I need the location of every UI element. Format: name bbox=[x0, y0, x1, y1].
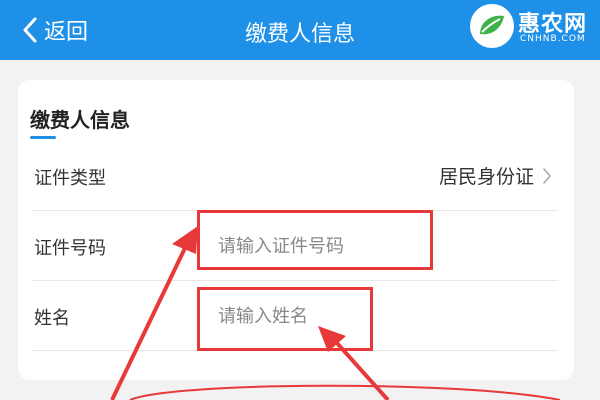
name-label: 姓名 bbox=[34, 308, 70, 329]
id-type-value: 居民身份证 bbox=[438, 166, 534, 188]
section-title: 缴费人信息 bbox=[30, 108, 130, 132]
leaf-logo-icon bbox=[470, 4, 514, 48]
logo: 惠农网 CNHNB.COM bbox=[470, 4, 590, 50]
title-underline bbox=[30, 136, 56, 139]
highlight-box-id-number bbox=[197, 210, 433, 270]
id-type-selector[interactable]: 居民身份证 bbox=[439, 162, 552, 189]
top-navigation-bar: 返回 缴费人信息 惠农网 CNHNB.COM bbox=[0, 0, 600, 60]
ellipse-annotation-icon bbox=[129, 384, 561, 400]
chevron-right-icon bbox=[543, 167, 551, 184]
id-number-label: 证件号码 bbox=[34, 238, 106, 259]
highlight-box-name bbox=[197, 287, 373, 351]
id-type-row[interactable]: 证件类型 居民身份证 bbox=[32, 140, 558, 211]
id-type-label: 证件类型 bbox=[34, 168, 106, 189]
logo-subtext: CNHNB.COM bbox=[520, 34, 586, 44]
